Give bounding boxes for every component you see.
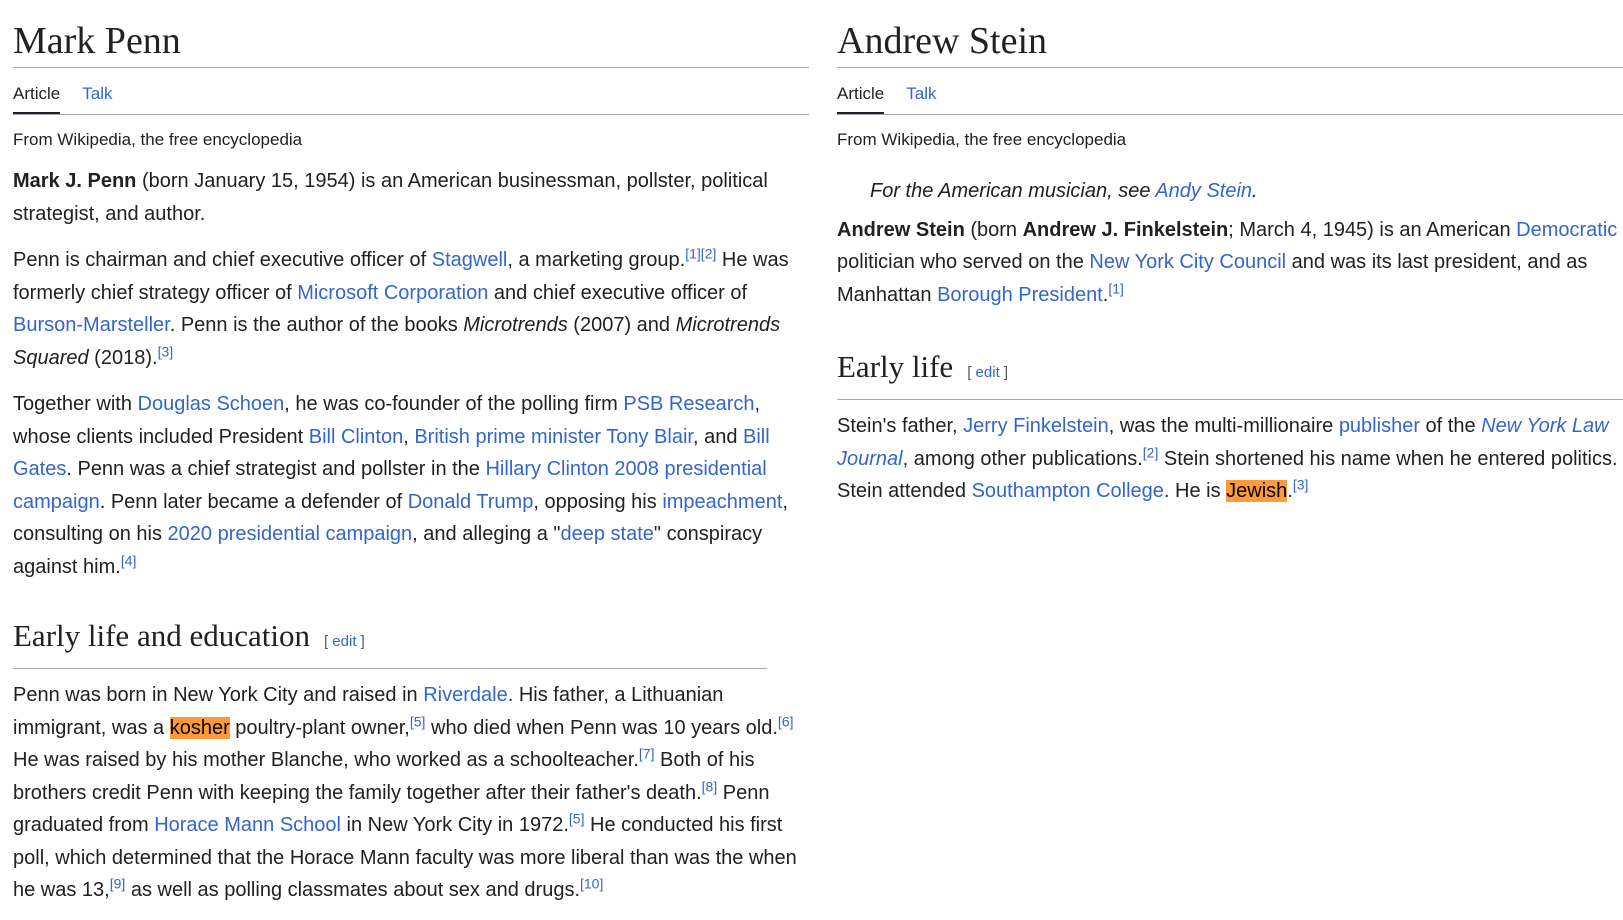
link-burson-marsteller[interactable]: Burson-Marsteller: [13, 314, 170, 336]
lead-paragraph-1: Andrew Stein (born Andrew J. Finkelstein…: [837, 218, 1618, 306]
citation[interactable]: [3]: [1293, 476, 1309, 492]
tab-talk[interactable]: Talk: [82, 68, 112, 114]
page-title: Andrew Stein: [837, 17, 1623, 68]
link-democratic[interactable]: Democratic: [1516, 219, 1617, 241]
lead-paragraph-2: Penn is chairman and chief executive off…: [13, 245, 789, 369]
link-psb-research[interactable]: PSB Research: [623, 393, 754, 415]
section-heading: Early life [ edit ]: [837, 347, 1623, 400]
section-paragraph: Stein's father, Jerry Finkelstein, was t…: [837, 415, 1618, 502]
citation[interactable]: [10]: [580, 875, 603, 891]
citation[interactable]: [3]: [158, 343, 174, 359]
section-paragraph: Penn was born in New York City and raise…: [13, 684, 797, 901]
section-heading: Early life and education [ edit ]: [13, 616, 767, 669]
link-nyc-council[interactable]: New York City Council: [1089, 251, 1286, 273]
link-donald-trump[interactable]: Donald Trump: [408, 491, 534, 513]
citation[interactable]: [6]: [778, 713, 794, 729]
citation[interactable]: [2]: [1143, 444, 1159, 460]
page-title: Mark Penn: [13, 17, 809, 68]
right-article: Andrew Stein Article Talk From Wikipedia…: [837, 0, 1623, 508]
section-heading-wrapper: Early life and education [ edit ]: [13, 616, 767, 669]
citation[interactable]: [9]: [110, 875, 126, 891]
link-douglas-schoen[interactable]: Douglas Schoen: [138, 393, 285, 415]
lead-paragraph-1: Mark J. Penn (born January 15, 1954) is …: [13, 170, 768, 225]
tab-talk[interactable]: Talk: [906, 68, 936, 114]
article-tabs: Article Talk: [13, 68, 809, 115]
link-publisher[interactable]: publisher: [1339, 415, 1420, 437]
tab-article[interactable]: Article: [13, 68, 61, 114]
link-stagwell[interactable]: Stagwell: [432, 249, 508, 271]
link-riverdale[interactable]: Riverdale: [423, 684, 507, 706]
link-impeachment[interactable]: impeachment: [662, 491, 782, 513]
link-bill-clinton[interactable]: Bill Clinton: [309, 426, 403, 448]
section-heading-wrapper: Early life [ edit ]: [837, 347, 1623, 400]
citation[interactable]: [8]: [702, 778, 718, 794]
edit-section: [ edit ]: [323, 633, 365, 650]
left-article: Mark Penn Article Talk From Wikipedia, t…: [13, 0, 809, 907]
site-subtitle: From Wikipedia, the free encyclopedia: [837, 130, 1127, 149]
tab-article[interactable]: Article: [837, 68, 885, 114]
highlighted-word: Jewish: [1226, 480, 1288, 502]
citation[interactable]: [5]: [569, 810, 585, 826]
citation[interactable]: [1][2]: [685, 245, 716, 261]
edit-link[interactable]: edit: [332, 633, 356, 650]
edit-link[interactable]: edit: [976, 364, 1000, 381]
lead-paragraph-3: Together with Douglas Schoen, he was co-…: [13, 393, 788, 578]
link-2020-campaign[interactable]: 2020 presidential campaign: [168, 523, 413, 545]
link-borough-president[interactable]: Borough President: [937, 284, 1103, 306]
link-ny-law-journal[interactable]: New York Law Journal: [837, 415, 1609, 470]
site-subtitle: From Wikipedia, the free encyclopedia: [13, 130, 303, 149]
link-andy-stein[interactable]: Andy Stein: [1155, 180, 1252, 202]
link-southampton-college[interactable]: Southampton College: [972, 480, 1164, 502]
edit-section: [ edit ]: [967, 364, 1009, 381]
citation[interactable]: [7]: [639, 745, 655, 761]
link-horace-mann[interactable]: Horace Mann School: [154, 814, 341, 836]
section-title: Early life: [837, 349, 954, 384]
link-hillary-campaign[interactable]: Hillary Clinton 2008 presidential campai…: [13, 458, 767, 513]
link-microsoft[interactable]: Microsoft Corporation: [297, 282, 488, 304]
link-deep-state[interactable]: deep state: [560, 523, 653, 545]
link-jerry-finkelstein[interactable]: Jerry Finkelstein: [963, 415, 1109, 437]
section-title: Early life and education: [13, 618, 310, 653]
article-tabs: Article Talk: [837, 68, 1623, 115]
highlighted-word: kosher: [169, 716, 230, 739]
citation[interactable]: [5]: [410, 713, 426, 729]
citation[interactable]: [1]: [1108, 280, 1124, 296]
link-tony-blair[interactable]: British prime minister Tony Blair: [414, 426, 693, 448]
hatnote: For the American musician, see Andy Stei…: [870, 180, 1258, 202]
citation[interactable]: [4]: [121, 552, 137, 568]
